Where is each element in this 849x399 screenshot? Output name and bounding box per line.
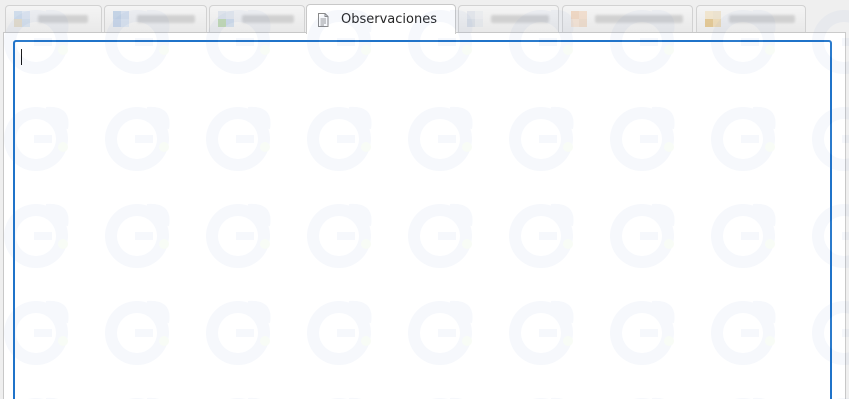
grid-icon (705, 11, 721, 27)
tab-label-hidden (38, 15, 88, 23)
grid-icon (14, 11, 30, 27)
document-icon (318, 12, 329, 27)
tab-7[interactable] (696, 5, 806, 32)
observaciones-textarea[interactable] (13, 40, 832, 399)
tab-label-hidden (595, 15, 683, 23)
tab-label-hidden (491, 15, 549, 23)
tab-5[interactable] (458, 5, 559, 32)
tab-2[interactable] (104, 5, 207, 32)
grid-icon (467, 11, 483, 27)
tab-label-hidden (242, 15, 294, 23)
tab-bar: Observaciones (0, 0, 849, 34)
tab-label: Observaciones (341, 12, 437, 27)
grid-icon (218, 11, 234, 27)
text-caret (21, 49, 22, 65)
tab-observaciones[interactable]: Observaciones (306, 4, 456, 34)
app-window: Observaciones (0, 0, 849, 399)
tab-6[interactable] (562, 5, 693, 32)
tab-3[interactable] (209, 5, 305, 32)
grid-icon (571, 11, 587, 27)
tab-1[interactable] (5, 5, 102, 32)
tab-label-hidden (137, 15, 195, 23)
grid-icon (113, 11, 129, 27)
tab-label-hidden (729, 15, 795, 23)
